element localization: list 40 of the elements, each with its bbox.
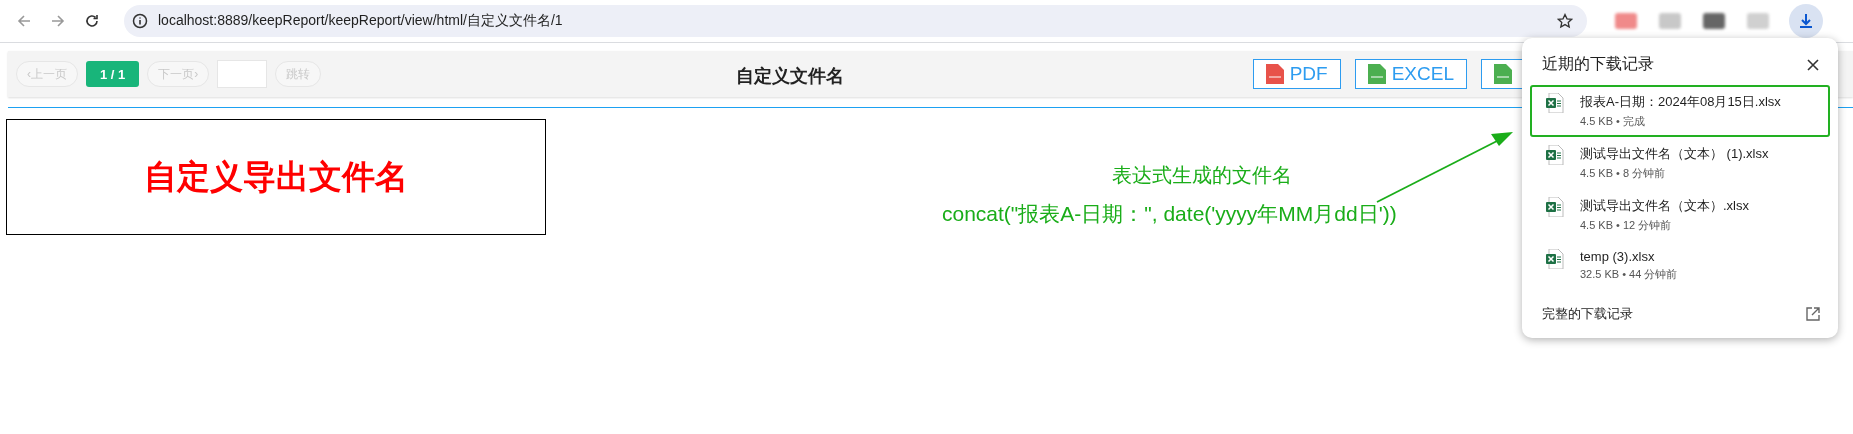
report-title: 自定义导出文件名 (144, 156, 408, 197)
external-link-icon[interactable] (1806, 307, 1820, 321)
spreadsheet-icon (1546, 93, 1564, 113)
file-name: 测试导出文件名（文本） (1).xlsx (1580, 145, 1769, 163)
annotation-expression: concat("报表A-日期：", date('yyyy年MM月dd日')) (942, 201, 1397, 227)
file-meta: 4.5 KB • 完成 (1580, 114, 1646, 129)
info-icon[interactable] (132, 13, 148, 29)
download-item[interactable]: 测试导出文件名（文本） (1).xlsx 4.5 KB • 8 分钟前 (1530, 137, 1830, 189)
file-meta: 32.5 KB • 44 分钟前 (1580, 267, 1678, 282)
extension-icon[interactable] (1615, 13, 1637, 29)
report-name: 自定义文件名 (736, 65, 844, 88)
star-icon[interactable] (1557, 13, 1573, 29)
file-name: temp (3).xlsx (1580, 249, 1656, 264)
forward-icon[interactable] (50, 13, 66, 29)
extension-icon[interactable] (1703, 13, 1725, 29)
file-name: 测试导出文件名（文本）.xlsx (1580, 197, 1749, 215)
download-button[interactable] (1789, 4, 1823, 38)
panel-title: 近期的下载记录 (1542, 54, 1654, 74)
download-item[interactable]: 报表A-日期：2024年08月15日.xlsx 4.5 KB • 完成 (1530, 85, 1830, 137)
reload-icon[interactable] (84, 13, 100, 29)
full-history-link[interactable]: 完整的下载记录 (1542, 305, 1633, 323)
spreadsheet-file-icon (1367, 64, 1386, 84)
spreadsheet-file-icon (1494, 64, 1512, 84)
close-button[interactable] (1806, 57, 1820, 72)
download-item[interactable]: temp (3).xlsx 32.5 KB • 44 分钟前 (1530, 241, 1830, 293)
address-bar[interactable]: localhost:8889/keepReport/keepReport/view/html/自定义文件名/1 (124, 5, 1587, 37)
file-meta: 4.5 KB • 8 分钟前 (1580, 166, 1667, 181)
file-meta: 4.5 KB • 12 分钟前 (1580, 218, 1673, 233)
back-icon[interactable] (16, 13, 32, 29)
spreadsheet-icon (1546, 249, 1564, 269)
annotation-caption: 表达式生成的文件名 (1112, 163, 1292, 188)
file-name: 报表A-日期：2024年08月15日.xlsx (1580, 93, 1781, 111)
download-item[interactable]: 测试导出文件名（文本）.xlsx 4.5 KB • 12 分钟前 (1530, 189, 1830, 241)
pdf-file-icon (1265, 64, 1284, 84)
spreadsheet-icon (1546, 197, 1564, 217)
url-text: localhost:8889/keepReport/keepReport/view/html/自定义文件名/1 (158, 12, 563, 30)
excel-export-button[interactable] (1481, 59, 1525, 89)
spreadsheet-icon (1546, 145, 1564, 165)
download-icon (1797, 12, 1815, 30)
page-input[interactable] (217, 60, 268, 88)
